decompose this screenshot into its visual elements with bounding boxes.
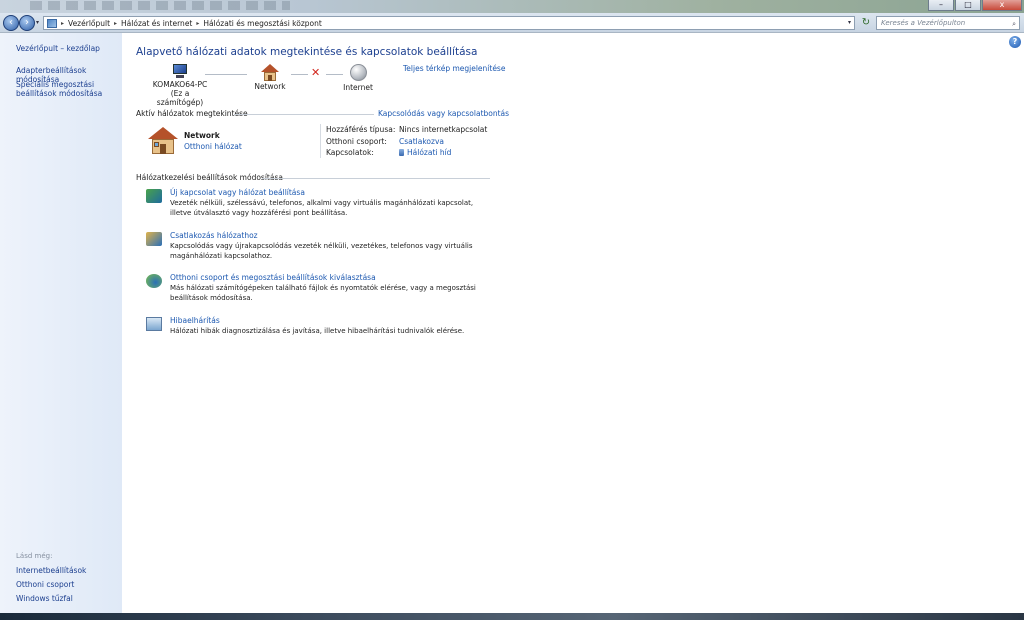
recent-pages-dropdown[interactable]: ▾ (36, 19, 39, 26)
map-node-internet: Internet (338, 64, 378, 92)
access-type-value: Nincs internetkapcsolat (399, 125, 488, 134)
section-divider (262, 178, 490, 179)
connect-network-icon (146, 232, 162, 246)
task-connect-network-desc: Kapcsolódás vagy újrakapcsolódás vezeték… (170, 242, 473, 260)
close-button[interactable]: x (982, 0, 1022, 11)
active-network-name: Network (184, 131, 220, 140)
sidebar-item-home[interactable]: Vezérlőpult – kezdőlap (16, 44, 120, 53)
breadcrumb-chevron-icon[interactable]: ▸ (61, 20, 64, 27)
task-homegroup-sharing-desc: Más hálózati számítógépeken található fá… (170, 284, 476, 302)
help-icon[interactable]: ? (1009, 36, 1021, 48)
map-link-line (205, 74, 247, 75)
task-troubleshoot-link[interactable]: Hibaelhárítás (170, 316, 220, 325)
map-node-computer: KOMAKO64-PC (Ez a számítógép) (150, 64, 210, 107)
address-history-dropdown[interactable]: ▾ (848, 19, 851, 26)
active-networks-heading: Aktív hálózatok megtekintése (136, 109, 248, 118)
access-type-label: Hozzáférés típusa: (326, 125, 396, 134)
breadcrumb-network-internet[interactable]: Hálózat és internet (121, 19, 192, 28)
disconnected-x-icon: ✕ (311, 66, 321, 79)
network-bridge-icon (399, 149, 404, 156)
address-toolbar: ‹ › ▾ ▸ Vezérlőpult ▸ Hálózat és interne… (0, 13, 1024, 33)
task-connect-network-link[interactable]: Csatlakozás hálózathoz (170, 231, 258, 240)
search-icon[interactable]: ⌕ (1012, 18, 1016, 30)
task-new-connection-desc: Vezeték nélküli, szélessávú, telefonos, … (170, 199, 474, 217)
map-node-network[interactable]: Network (250, 64, 290, 91)
full-map-link[interactable]: Teljes térkép megjelenítése (403, 64, 505, 73)
control-panel-icon (47, 18, 57, 28)
address-bar[interactable]: ▸ Vezérlőpult ▸ Hálózat és internet ▸ Há… (43, 16, 855, 30)
network-type-link[interactable]: Otthoni hálózat (184, 142, 242, 151)
map-link-line (291, 74, 308, 75)
taskbar (0, 613, 1024, 620)
sidebar-item-homegroup[interactable]: Otthoni csoport (16, 580, 120, 589)
globe-icon (349, 64, 367, 81)
divider (320, 124, 321, 158)
task-troubleshoot-desc: Hálózati hibák diagnosztizálása és javít… (170, 327, 465, 335)
page-title: Alapvető hálózati adatok megtekintése és… (136, 46, 478, 58)
homegroup-joined-link[interactable]: Csatlakozva (399, 137, 444, 146)
task-homegroup-sharing-link[interactable]: Otthoni csoport és megosztási beállításo… (170, 273, 376, 282)
home-network-icon (261, 64, 279, 82)
home-network-icon (148, 127, 178, 155)
minimize-button[interactable]: – (928, 0, 954, 11)
task-new-connection-link[interactable]: Új kapcsolat vagy hálózat beállítása (170, 188, 305, 197)
connection-item[interactable]: Hálózati híd (399, 148, 451, 157)
homegroup-label: Otthoni csoport: (326, 137, 387, 146)
forward-button[interactable]: › (19, 15, 35, 31)
breadcrumb-network-sharing-center[interactable]: Hálózati és megosztási központ (203, 19, 321, 28)
maximize-button[interactable]: □ (955, 0, 981, 11)
window-controls: – □ x (928, 0, 1022, 11)
breadcrumb-chevron-icon[interactable]: ▸ (196, 20, 199, 27)
change-settings-heading: Hálózatkezelési beállítások módosítása (136, 173, 283, 182)
troubleshoot-icon (146, 317, 162, 331)
window-titlebar: – □ x (0, 0, 1024, 13)
breadcrumb-chevron-icon[interactable]: ▸ (114, 20, 117, 27)
computer-icon (171, 64, 189, 80)
map-internet-label: Internet (343, 83, 373, 92)
computer-name: KOMAKO64-PC (152, 80, 208, 89)
connect-disconnect-link[interactable]: Kapcsolódás vagy kapcsolatbontás (378, 109, 509, 118)
refresh-icon[interactable]: ↻ (859, 16, 873, 30)
see-also-heading: Lásd még: (16, 552, 53, 560)
search-input[interactable]: Keresés a Vezérlőpulton ⌕ (876, 16, 1020, 30)
search-placeholder: Keresés a Vezérlőpulton (881, 19, 966, 27)
map-network-label: Network (254, 82, 286, 91)
new-connection-icon (146, 189, 162, 203)
sidebar-item-firewall[interactable]: Windows tűzfal (16, 594, 120, 603)
section-divider (234, 114, 374, 115)
homegroup-icon (146, 274, 162, 288)
sidebar-item-advanced-sharing[interactable]: Speciális megosztási beállítások módosít… (16, 80, 108, 98)
network-bridge-link[interactable]: Hálózati híd (407, 148, 451, 157)
sidebar-item-internet-options[interactable]: Internetbeállítások (16, 566, 120, 575)
blurred-title (30, 1, 290, 10)
connections-label: Kapcsolatok: (326, 148, 374, 157)
back-button[interactable]: ‹ (3, 15, 19, 31)
breadcrumb-control-panel[interactable]: Vezérlőpult (68, 19, 110, 28)
computer-subtitle: (Ez a számítógép) (156, 89, 204, 107)
sidebar (0, 33, 122, 613)
